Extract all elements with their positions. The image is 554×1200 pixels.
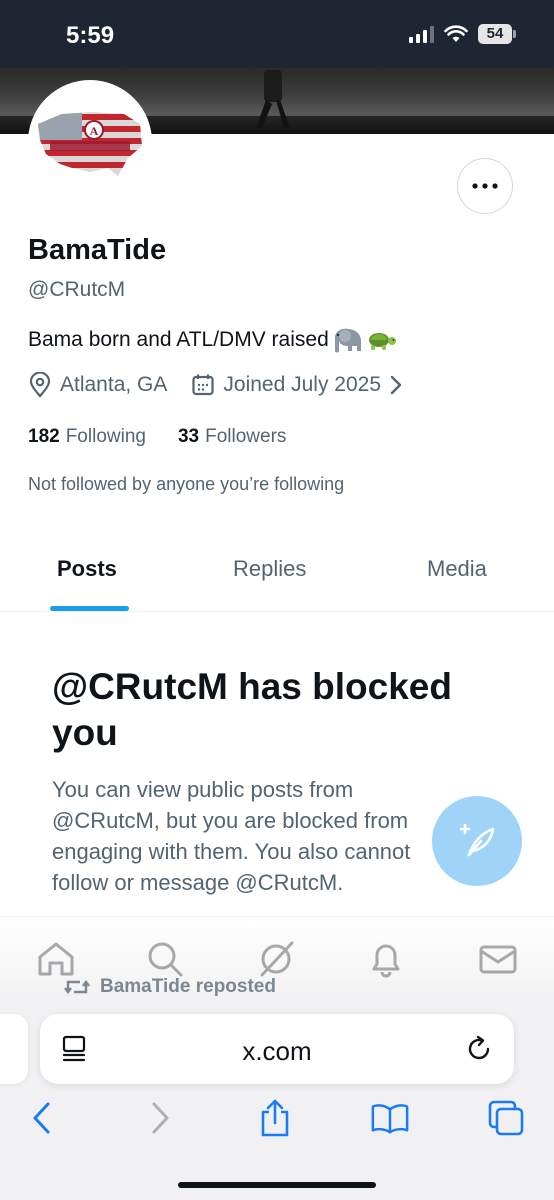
wifi-icon [444, 25, 468, 42]
profile-tabs: Posts Replies Media [0, 540, 554, 612]
profile-bio: Bama born and ATL/DMV raised [28, 326, 397, 354]
followers-stat[interactable]: 33 Followers [178, 426, 286, 448]
avatar[interactable]: A [28, 80, 152, 204]
active-tab-indicator [50, 606, 129, 611]
share-button[interactable] [255, 1098, 295, 1138]
banner-figure-image [256, 70, 290, 128]
battery-level: 54 [478, 24, 512, 44]
turtle-emoji-icon [365, 328, 397, 352]
followers-label: Followers [205, 426, 287, 447]
tabs-icon [488, 1100, 524, 1136]
back-chevron-icon [33, 1102, 50, 1134]
location: Atlanta, GA [28, 372, 167, 398]
following-stat[interactable]: 182 Following [28, 426, 146, 448]
joined-text: Joined July 2025 [223, 373, 382, 396]
repost-icon [64, 980, 90, 994]
location-pin-icon [29, 372, 51, 398]
joined-date[interactable]: Joined July 2025 [191, 373, 403, 397]
profile-meta-row: Atlanta, GA Joined July 2025 [28, 372, 403, 398]
calendar-icon [192, 374, 214, 396]
location-text: Atlanta, GA [60, 373, 168, 396]
forward-chevron-icon [152, 1102, 169, 1134]
follow-stats: 182 Following 33 Followers [28, 426, 286, 448]
chevron-right-icon [390, 375, 402, 395]
address-bar[interactable]: x.com [40, 1014, 514, 1084]
messages-icon[interactable] [478, 939, 518, 979]
url-text: x.com [242, 1036, 312, 1066]
tab-replies[interactable]: Replies [233, 556, 306, 582]
more-options-button[interactable] [457, 158, 513, 214]
previous-tab-peek[interactable] [0, 1014, 28, 1084]
following-count: 182 [28, 426, 60, 447]
grok-icon[interactable] [256, 939, 296, 979]
bookmarks-book-icon [371, 1104, 409, 1134]
home-icon[interactable] [36, 939, 76, 979]
avatar-flag-map-image: A [32, 84, 148, 200]
home-indicator [178, 1182, 376, 1188]
compose-feather-icon [459, 823, 495, 857]
compose-post-button[interactable] [432, 796, 522, 886]
profile-handle: @CRutcM [28, 278, 126, 301]
search-icon[interactable] [145, 939, 185, 979]
blocked-body: You can view public posts from @CRutcM, … [52, 777, 411, 895]
repost-label: BamaTide reposted [100, 976, 276, 997]
status-time: 5:59 [66, 22, 115, 49]
more-icon [472, 183, 498, 189]
repost-indicator: BamaTide reposted [64, 976, 276, 998]
tab-posts[interactable]: Posts [57, 556, 117, 582]
followers-count: 33 [177, 426, 200, 447]
profile-name: BamaTide [28, 234, 167, 266]
cellular-signal-icon [409, 25, 434, 43]
status-icons: 54 [409, 24, 516, 44]
back-button[interactable] [22, 1098, 62, 1138]
notifications-icon[interactable] [366, 939, 406, 979]
tab-media[interactable]: Media [427, 556, 487, 582]
elephant-emoji-icon [331, 326, 363, 354]
svg-text:A: A [90, 124, 99, 138]
following-label: Following [65, 426, 146, 447]
reload-icon[interactable] [464, 1034, 494, 1064]
followed-by-text: Not followed by anyone you’re following [28, 474, 345, 494]
blocked-title: @CRutcM has blocked you [52, 666, 452, 753]
forward-button[interactable] [140, 1098, 180, 1138]
bio-text: Bama born and ATL/DMV raised [28, 328, 329, 351]
status-bar: 5:59 54 [0, 0, 554, 68]
bookmarks-button[interactable] [370, 1098, 410, 1138]
share-icon [261, 1099, 289, 1137]
battery-icon: 54 [478, 24, 516, 44]
tabs-button[interactable] [486, 1098, 526, 1138]
